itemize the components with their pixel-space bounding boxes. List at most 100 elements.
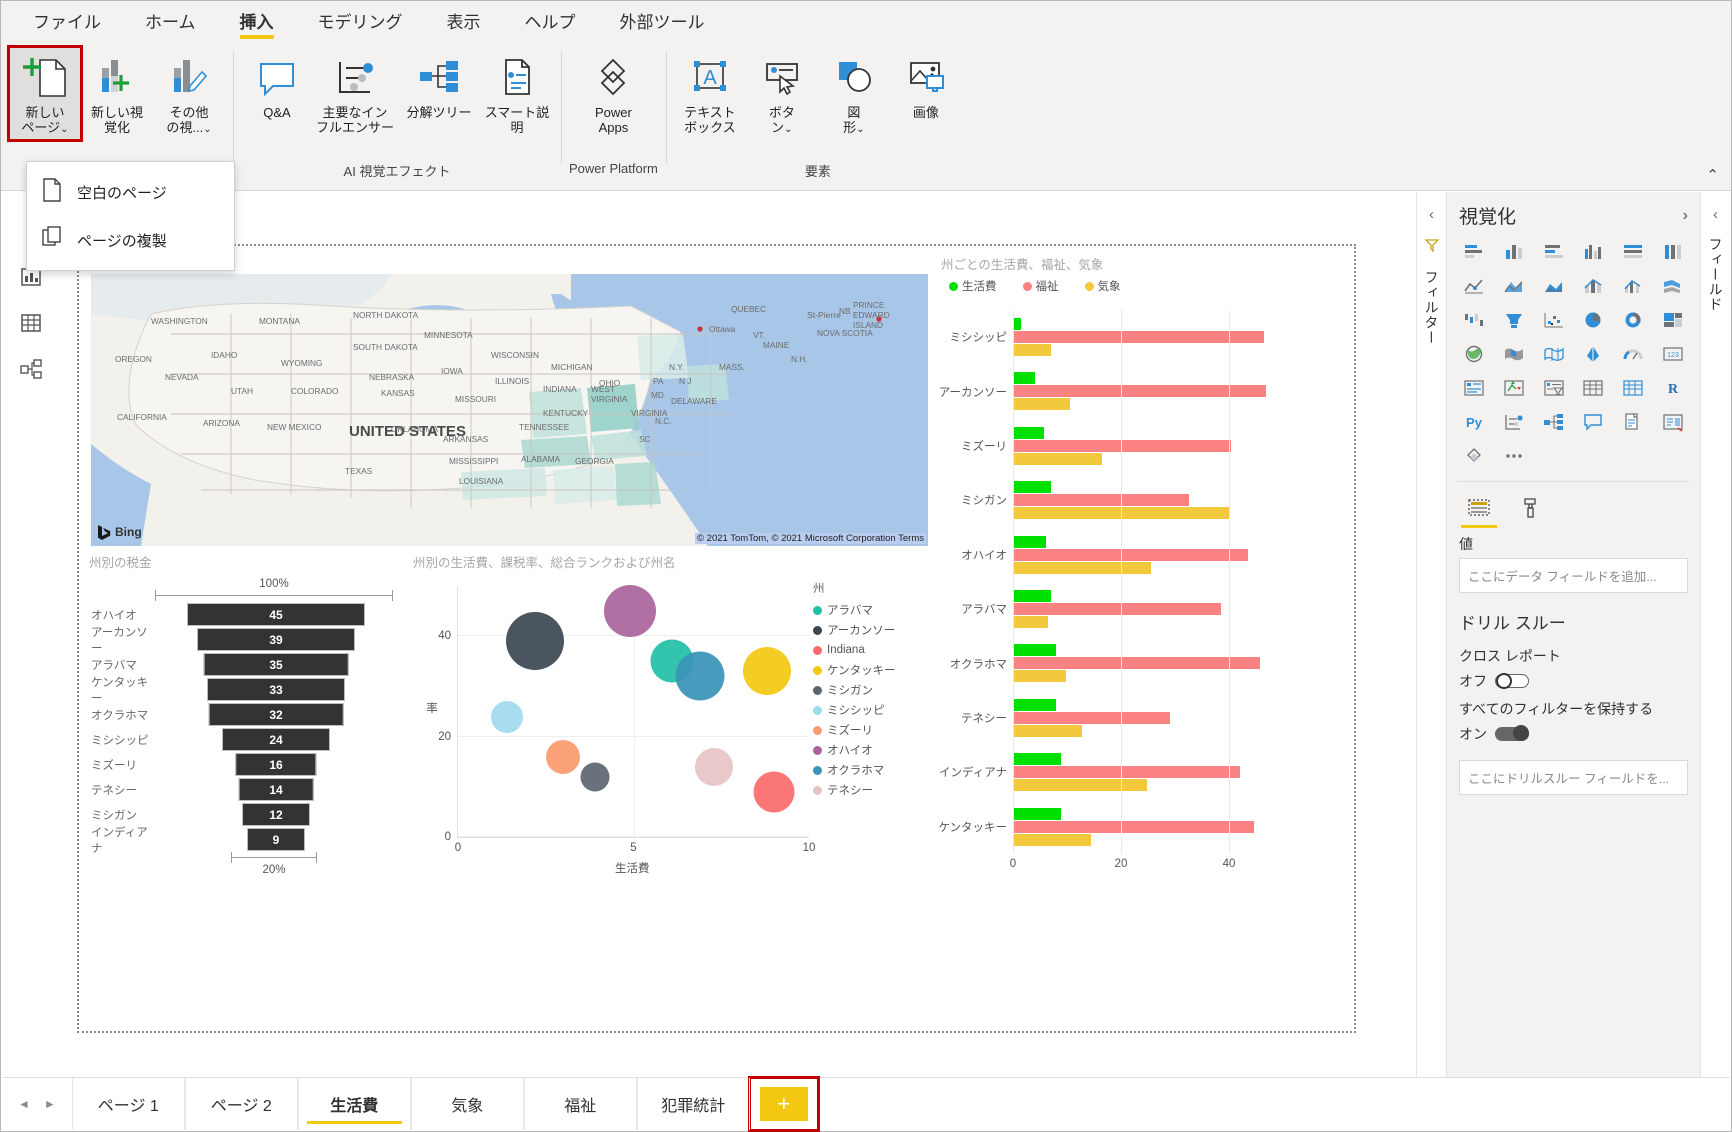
r-script-visual-icon[interactable]: R: [1654, 373, 1692, 403]
bar-legend-item[interactable]: 生活費: [949, 278, 997, 294]
scatter-legend-item[interactable]: ミシガン: [813, 680, 925, 700]
funnel-row[interactable]: ミシシッピ24: [85, 727, 403, 752]
scatter-legend-item[interactable]: オハイオ: [813, 740, 925, 760]
keep-filters-toggle[interactable]: [1495, 727, 1529, 741]
ribbon-tab-home[interactable]: ホーム: [123, 4, 218, 41]
bar-legend-item[interactable]: 気象: [1085, 278, 1121, 294]
funnel-bar[interactable]: 35: [204, 653, 349, 676]
funnel-row[interactable]: インディアナ9: [85, 827, 403, 852]
scatter-chart-icon[interactable]: [1535, 305, 1573, 335]
bar-segment[interactable]: [1013, 670, 1066, 682]
bar-segment[interactable]: [1013, 616, 1048, 628]
scatter-legend-item[interactable]: テネシー: [813, 780, 925, 800]
treemap-icon[interactable]: [1654, 305, 1692, 335]
line-clustered-column-icon[interactable]: [1614, 271, 1652, 301]
area-chart-icon[interactable]: [1495, 271, 1533, 301]
smart-narrative-icon[interactable]: [1614, 407, 1652, 437]
bar-segment[interactable]: [1013, 590, 1051, 602]
bar-segment[interactable]: [1013, 779, 1147, 791]
scatter-bubble[interactable]: [491, 701, 523, 733]
bar-segment[interactable]: [1013, 766, 1240, 778]
scatter-legend-item[interactable]: ミシシッピ: [813, 700, 925, 720]
scatter-plot-area[interactable]: 020400510: [457, 586, 809, 838]
card-icon[interactable]: 123: [1654, 339, 1692, 369]
smart-narrative-button[interactable]: スマート説明: [481, 47, 553, 140]
values-well-placeholder[interactable]: ここにデータ フィールドを追加...: [1459, 558, 1688, 593]
map-visual[interactable]: 州別の生活費: [85, 252, 930, 552]
scatter-bubble[interactable]: [546, 740, 580, 774]
bar-segment[interactable]: [1013, 834, 1091, 846]
scatter-bubble[interactable]: [753, 771, 794, 812]
qanda-button[interactable]: Q&A: [241, 47, 313, 124]
get-more-visuals-icon[interactable]: [1455, 441, 1493, 471]
stacked-column-chart-icon[interactable]: [1495, 237, 1533, 267]
keep-filters-toggle-row[interactable]: オン: [1447, 721, 1700, 744]
ribbon-tab-modeling[interactable]: モデリング: [296, 4, 425, 41]
shapes-button[interactable]: 図形⌄: [818, 47, 890, 140]
bar-plot-area[interactable]: ミシシッピアーカンソーミズーリミシガンオハイオアラバマオクラホマテネシーインディ…: [1013, 310, 1283, 854]
bar-group[interactable]: ミズーリ: [1013, 419, 1283, 473]
donut-chart-icon[interactable]: [1614, 305, 1652, 335]
bar-segment[interactable]: [1013, 562, 1151, 574]
scatter-bubble[interactable]: [743, 647, 791, 695]
data-view-icon[interactable]: [2, 300, 60, 346]
model-view-icon[interactable]: [2, 346, 60, 392]
ribbon-chart-icon[interactable]: [1654, 271, 1692, 301]
funnel-chart-icon[interactable]: [1495, 305, 1533, 335]
power-apps-button[interactable]: PowerApps: [577, 47, 649, 140]
ribbon-tab-external-tools[interactable]: 外部ツール: [598, 4, 727, 41]
visual-type-gallery[interactable]: 123RPy: [1447, 235, 1700, 477]
page-tab-crime-stats[interactable]: 犯罪統計: [637, 1078, 750, 1130]
table-icon[interactable]: [1574, 373, 1612, 403]
bar-segment[interactable]: [1013, 318, 1021, 330]
matrix-icon[interactable]: [1614, 373, 1652, 403]
scatter-legend-item[interactable]: ミズーリ: [813, 720, 925, 740]
bar-segment[interactable]: [1013, 808, 1061, 820]
funnel-row[interactable]: アーカンソー39: [85, 627, 403, 652]
bar-segment[interactable]: [1013, 821, 1254, 833]
cross-report-toggle[interactable]: [1495, 674, 1529, 688]
visualizations-collapse-icon[interactable]: ›: [1683, 207, 1688, 225]
bar-legend-item[interactable]: 福祉: [1023, 278, 1059, 294]
ribbon-tab-file[interactable]: ファイル: [11, 4, 123, 41]
100-stacked-column-chart-icon[interactable]: [1654, 237, 1692, 267]
bar-group[interactable]: オクラホマ: [1013, 636, 1283, 690]
page-tab-1[interactable]: ページ 1: [72, 1078, 185, 1130]
scatter-bubble[interactable]: [580, 762, 609, 791]
fields-expand-icon[interactable]: ‹: [1713, 206, 1718, 223]
waterfall-chart-icon[interactable]: [1455, 305, 1493, 335]
funnel-bar[interactable]: 24: [222, 728, 330, 751]
line-chart-icon[interactable]: [1455, 271, 1493, 301]
new-visual-button[interactable]: 新しい視覚化: [81, 47, 153, 140]
shape-map-icon[interactable]: [1535, 339, 1573, 369]
scatter-legend-item[interactable]: ケンタッキー: [813, 660, 925, 680]
stacked-area-chart-icon[interactable]: [1535, 271, 1573, 301]
text-box-button[interactable]: A テキストボックス: [674, 47, 746, 140]
bar-segment[interactable]: [1013, 549, 1248, 561]
bar-segment[interactable]: [1013, 331, 1264, 343]
clustered-bar-chart-icon[interactable]: [1535, 237, 1573, 267]
cross-report-toggle-row[interactable]: オフ: [1447, 668, 1700, 691]
slicer-icon[interactable]: [1535, 373, 1573, 403]
scatter-bubble[interactable]: [604, 585, 656, 637]
format-tab-icon[interactable]: [1517, 494, 1545, 522]
filled-map-icon[interactable]: [1495, 339, 1533, 369]
collapse-ribbon-button[interactable]: ⌃: [1706, 166, 1719, 184]
scatter-legend-item[interactable]: アラバマ: [813, 600, 925, 620]
menu-item-blank-page[interactable]: 空白のページ: [27, 168, 234, 216]
scatter-legend-item[interactable]: アーカンソー: [813, 620, 925, 640]
scatter-visual[interactable]: 州別の生活費、課税率、総合ランクおよび州名 020400510 率 生活費 州 …: [409, 550, 929, 880]
bar-segment[interactable]: [1013, 398, 1070, 410]
fields-tab-icon[interactable]: [1465, 494, 1493, 522]
bar-segment[interactable]: [1013, 644, 1056, 656]
gauge-icon[interactable]: [1614, 339, 1652, 369]
prev-page-icon[interactable]: ◄: [18, 1097, 30, 1111]
bar-group[interactable]: インディアナ: [1013, 745, 1283, 799]
multi-row-card-icon[interactable]: [1455, 373, 1493, 403]
page-tab-2[interactable]: ページ 2: [185, 1078, 298, 1130]
100-stacked-bar-chart-icon[interactable]: [1614, 237, 1652, 267]
bar-segment[interactable]: [1013, 699, 1056, 711]
clustered-column-chart-icon[interactable]: [1574, 237, 1612, 267]
bar-group[interactable]: アラバマ: [1013, 582, 1283, 636]
filters-pane-collapsed[interactable]: ‹ フィルター: [1416, 192, 1446, 1077]
